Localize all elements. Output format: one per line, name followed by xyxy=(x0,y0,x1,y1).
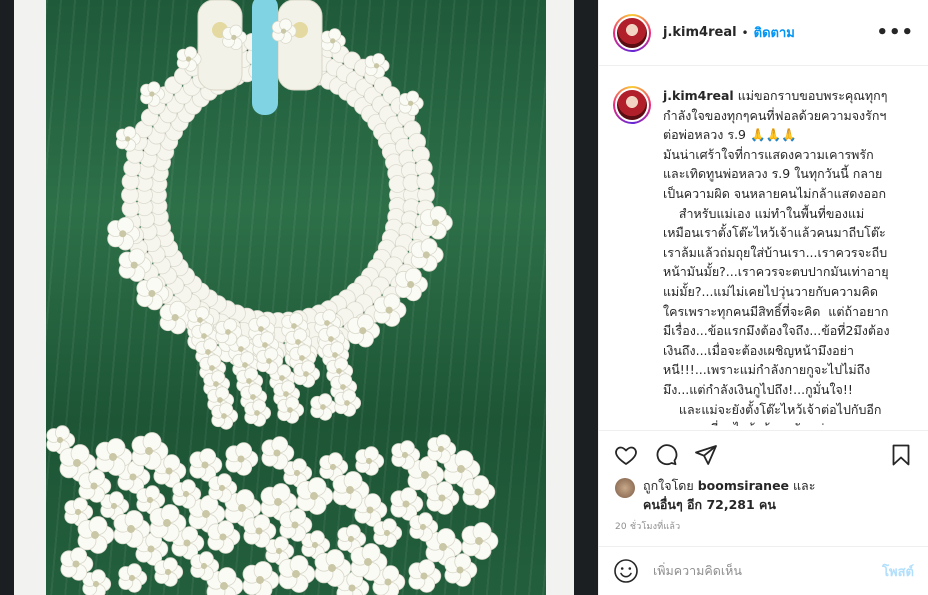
post-header: j.kim4real • ติดตาม ••• xyxy=(599,0,928,66)
post-side-panel: j.kim4real • ติดตาม ••• j.kim4real แม่ขอ… xyxy=(598,0,928,595)
comment-input[interactable]: เพิ่มความคิดเห็น xyxy=(653,561,742,581)
follow-button[interactable]: ติดตาม xyxy=(754,22,795,43)
likes-prefix: ถูกใจโดย xyxy=(643,478,698,493)
caption-body: แม่ขอกราบขอบพระคุณทุกๆ กำลังใจของทุกๆคนท… xyxy=(663,88,890,426)
liker-username[interactable]: boomsiranee xyxy=(698,478,789,493)
paper-plane-icon[interactable] xyxy=(693,442,719,468)
smiley-icon[interactable] xyxy=(613,558,639,584)
post-timestamp[interactable]: 20 ชั่วโมงที่แล้ว xyxy=(615,519,680,533)
author-avatar[interactable] xyxy=(613,13,651,52)
action-bar xyxy=(599,430,928,478)
liker-avatar[interactable] xyxy=(615,478,635,498)
likes-others-link[interactable]: คนอื่นๆ อีก 72,281 คน xyxy=(643,497,776,512)
jasmine-garland-illustration xyxy=(46,0,499,595)
likes-summary: ถูกใจโดย boomsiranee และ คนอื่นๆ อีก 72,… xyxy=(615,476,918,514)
caption-text: j.kim4real แม่ขอกราบขอบพระคุณทุกๆ กำลังใ… xyxy=(663,86,907,426)
caption: j.kim4real แม่ขอกราบขอบพระคุณทุกๆ กำลังใ… xyxy=(613,86,918,426)
caption-author-avatar[interactable] xyxy=(613,86,651,124)
separator-dot: • xyxy=(741,25,749,40)
caption-username[interactable]: j.kim4real xyxy=(663,88,734,103)
post-comment-button[interactable]: โพสต์ xyxy=(882,561,914,582)
bookmark-icon[interactable] xyxy=(888,442,914,468)
more-options-icon[interactable]: ••• xyxy=(876,22,914,43)
likes-middle: และ xyxy=(789,478,816,493)
comment-bubble-icon[interactable] xyxy=(653,442,679,468)
comment-bar: เพิ่มความคิดเห็น โพสต์ xyxy=(599,546,928,595)
heart-icon[interactable] xyxy=(613,442,639,468)
post-image[interactable] xyxy=(0,0,598,595)
author-username[interactable]: j.kim4real xyxy=(663,25,737,40)
